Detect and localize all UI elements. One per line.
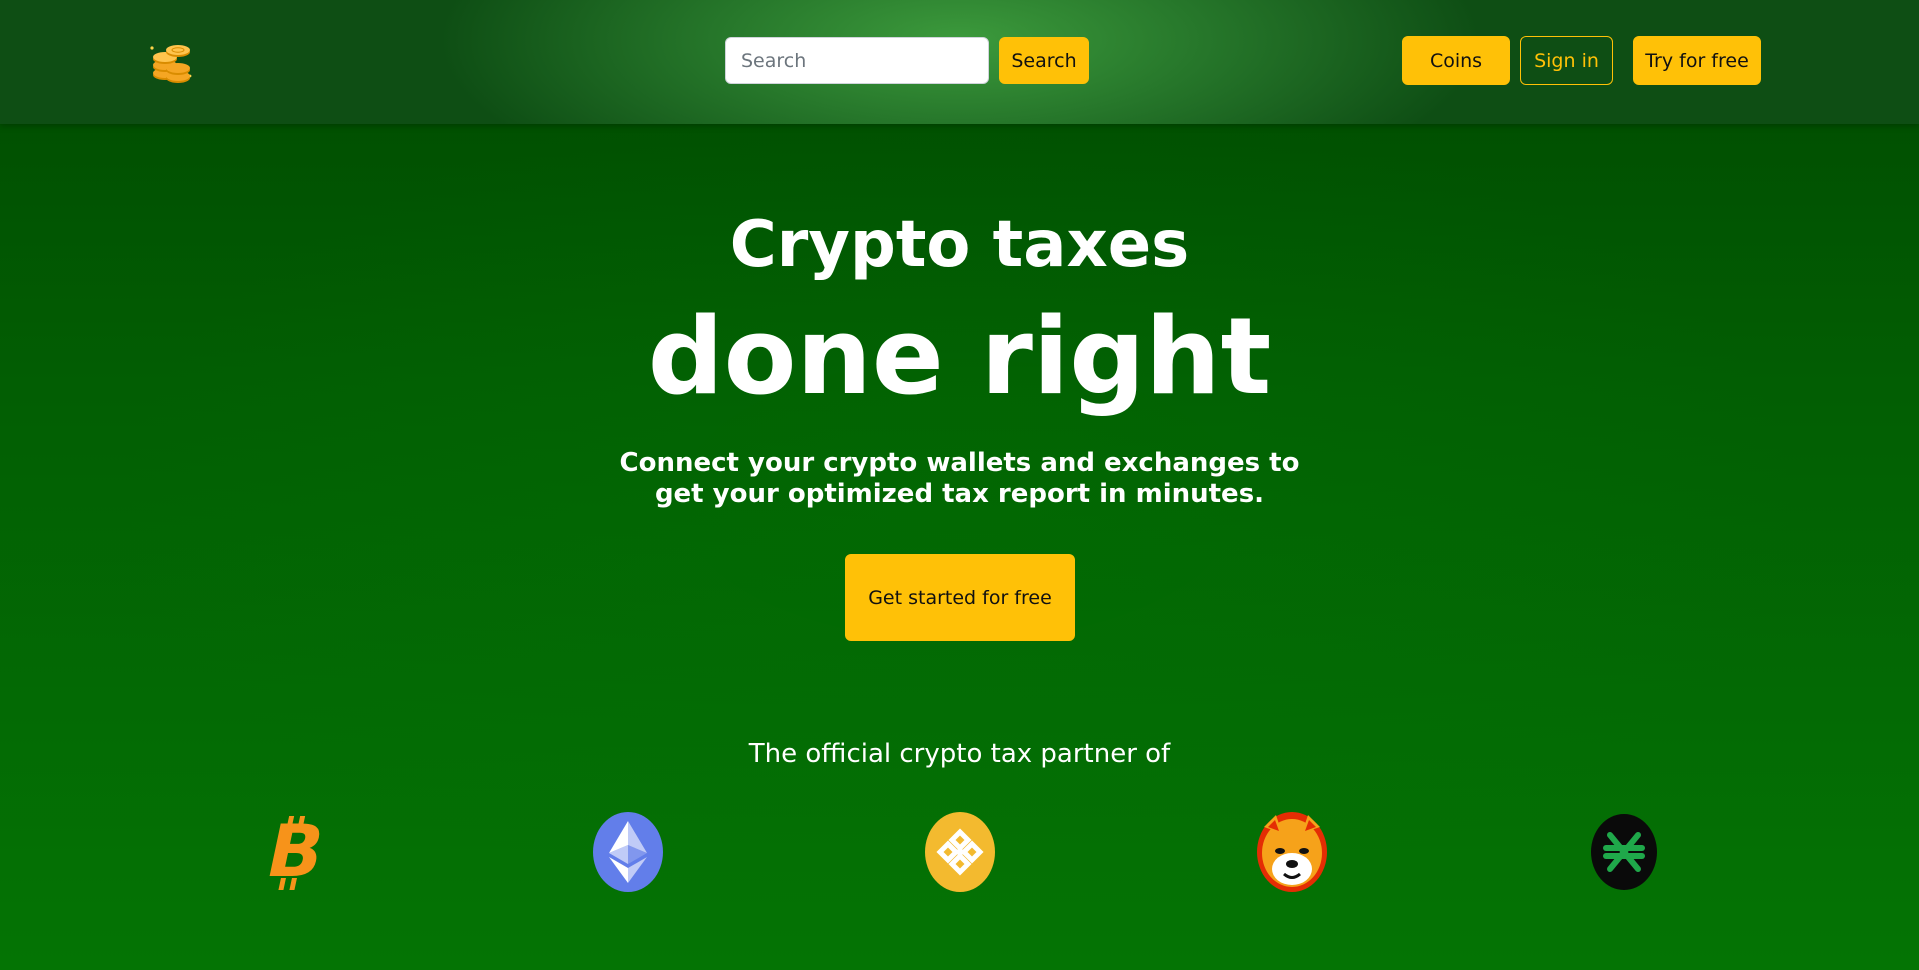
shiba-inu-icon [1252, 810, 1332, 894]
try-for-free-button[interactable]: Try for free [1633, 36, 1761, 85]
bitcoin-icon: B [254, 810, 334, 894]
landing-page: Search Coins Sign in Try for free Crypto… [0, 0, 1919, 970]
hero-subtitle: Connect your crypto wallets and exchange… [619, 448, 1300, 509]
coins-stack-icon[interactable] [148, 40, 194, 84]
get-started-button[interactable]: Get started for free [845, 554, 1075, 641]
top-navbar: Search Coins Sign in Try for free [0, 0, 1919, 124]
partners-heading: The official crypto tax partner of [748, 739, 1171, 769]
search-input[interactable] [725, 37, 989, 84]
hero-title-line2: done right [647, 295, 1272, 418]
binance-icon [920, 810, 1000, 894]
stacks-icon [1584, 810, 1664, 894]
ethereum-icon [588, 810, 668, 894]
hero-title-line1: Crypto taxes [729, 208, 1190, 282]
coins-button[interactable]: Coins [1402, 36, 1510, 85]
search-button[interactable]: Search [999, 37, 1089, 84]
sign-in-button[interactable]: Sign in [1520, 36, 1613, 85]
